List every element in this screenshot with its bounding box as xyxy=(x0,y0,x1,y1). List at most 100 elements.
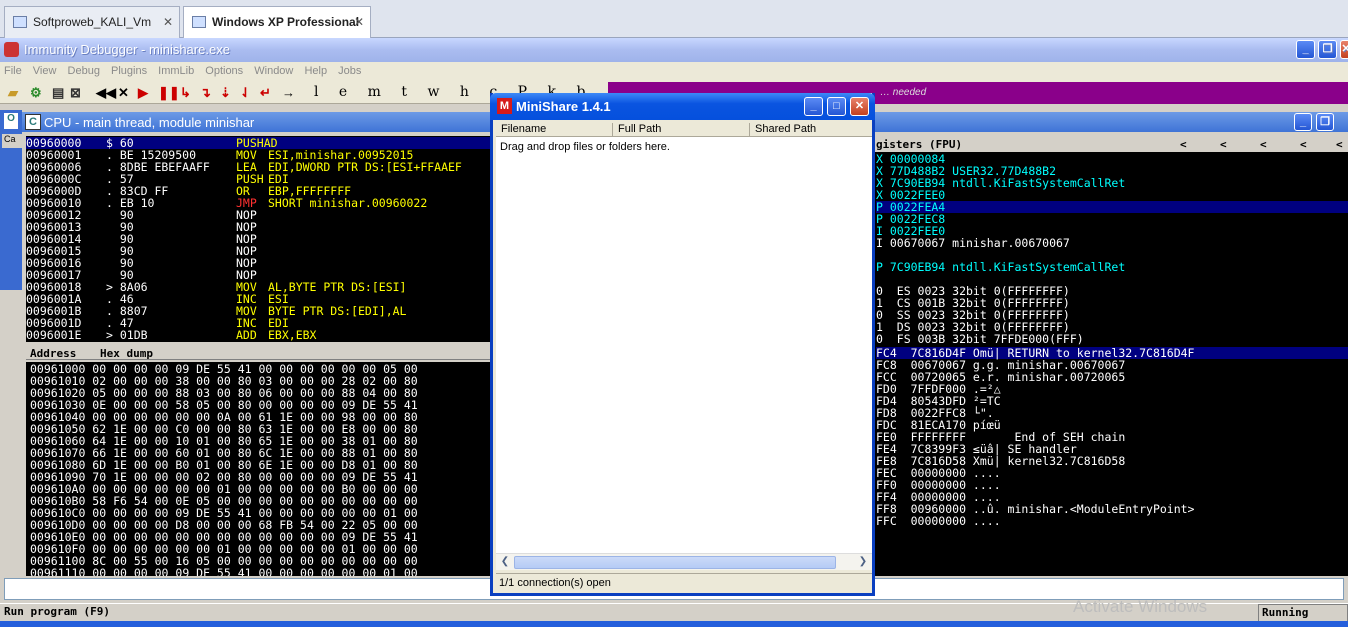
disasm-row[interactable]: 00960012 90 NOP xyxy=(26,209,492,221)
column-full-path[interactable]: Full Path xyxy=(612,123,748,137)
register-row[interactable]: X 0022FEE0 xyxy=(876,189,1348,201)
trace-into-icon[interactable]: ⇣ xyxy=(220,85,231,101)
connection-status: 1/1 connection(s) open xyxy=(496,573,872,593)
cpu-restore-button[interactable]: ❐ xyxy=(1316,113,1334,131)
immunity-icon xyxy=(4,42,19,57)
reg-arrow-icon[interactable]: < xyxy=(1220,138,1227,151)
taskbar xyxy=(0,621,1348,627)
registers-pane[interactable]: X 00000084 X 77D488B2 USER32.77D488B2 X 7C… xyxy=(874,152,1348,346)
menu-bar: File View Debug Plugins ImmLib Options W… xyxy=(0,62,1348,82)
execute-till-return-icon[interactable]: ↵ xyxy=(260,85,271,101)
stack-pane[interactable]: FC4 7C816D4F Omü| RETURN to kernel32.7C8… xyxy=(874,346,1348,576)
menu-file[interactable]: File xyxy=(0,62,26,77)
disasm-row[interactable]: 00960010. EB 10 JMP SHORT minishar.0096002… xyxy=(26,197,492,209)
rewind-icon[interactable]: ◀◀ xyxy=(96,85,116,101)
disasm-row[interactable]: 00960016 90 NOP xyxy=(26,257,492,269)
reg-arrow-icon[interactable]: < xyxy=(1336,138,1343,151)
menu-options[interactable]: Options xyxy=(201,62,247,77)
minishare-titlebar: M MiniShare 1.4.1 _ □ ✕ xyxy=(490,93,875,120)
cpu-minimize-button[interactable]: _ xyxy=(1294,113,1312,131)
disasm-row[interactable]: 00960018 > 8A06 MOV AL,BYTE PTR DS:[ESI] xyxy=(26,281,492,293)
list-icon[interactable]: ▤ xyxy=(52,85,64,101)
register-row[interactable]: P 0022FEC8 xyxy=(876,213,1348,225)
disasm-row[interactable]: 0096001A. 46 INC ESI xyxy=(26,293,492,305)
hex-dump-pane[interactable]: 00961000 00 00 00 00 09 DE 55 41 00 00 0… xyxy=(26,362,492,576)
vm-icon xyxy=(192,16,206,28)
close-button[interactable]: ✕ xyxy=(850,97,869,116)
register-row[interactable]: I 00670067 minishar.00670067 xyxy=(876,237,1348,249)
close-icon[interactable]: ✕ xyxy=(354,15,364,29)
step-over-icon[interactable]: ↴ xyxy=(200,85,211,101)
registers-header: gisters (FPU) < < < < < xyxy=(874,138,1348,152)
register-row[interactable]: X 7C90EB94 ntdll.KiFastSystemCallRet xyxy=(876,177,1348,189)
close-icon[interactable]: ✕ xyxy=(163,15,173,29)
disasm-row[interactable]: 0096001E > 01DB ADD EBX,EBX xyxy=(26,329,492,341)
disasm-operand: EBX,EBX xyxy=(268,328,317,342)
disassembly-pane[interactable]: 00960000 $ 60 PUSHAD 00960001. BE 15209500 M… xyxy=(26,136,492,342)
pycommand-text: … needed xyxy=(880,87,927,98)
disasm-row[interactable]: 0096000C. 57 PUSH EDI xyxy=(26,173,492,185)
cpu-title: CPU - main thread, module minishar xyxy=(44,115,255,130)
menu-window[interactable]: Window xyxy=(250,62,297,77)
vm-tab-kali[interactable]: Softproweb_KALI_Vm ✕ xyxy=(4,6,180,38)
trace-over-icon[interactable]: ⇃ xyxy=(240,85,251,101)
disasm-row[interactable]: 00960000 $ 60 PUSHAD xyxy=(26,137,492,149)
menu-immlib[interactable]: ImmLib xyxy=(154,62,198,77)
register-row[interactable]: P 0022FEA4 xyxy=(876,201,1348,213)
disasm-operand: EDI,DWORD PTR DS:[ESI+FFAAEF xyxy=(268,160,462,174)
minimize-button[interactable]: _ xyxy=(1296,40,1315,59)
cpu-icon: C xyxy=(25,114,41,130)
horizontal-scrollbar[interactable]: ❮ ❯ xyxy=(496,553,872,570)
scroll-thumb[interactable] xyxy=(514,556,836,569)
call-stack-tab[interactable]: Ca xyxy=(2,134,22,148)
restore-button[interactable]: ❐ xyxy=(1318,40,1337,59)
scroll-right-icon[interactable]: ❯ xyxy=(856,556,870,569)
activation-watermark: Activate Windows xyxy=(1073,597,1208,616)
disasm-hexbytes: > 01DB xyxy=(106,328,148,342)
reg-arrow-icon[interactable]: < xyxy=(1180,138,1187,151)
maximize-button[interactable]: □ xyxy=(827,97,846,116)
scroll-left-icon[interactable]: ❮ xyxy=(498,556,512,569)
stack-row[interactable]: FFC 00000000 .... xyxy=(876,515,1348,527)
vm-icon xyxy=(13,16,27,28)
pause-icon[interactable]: ❚❚ xyxy=(158,85,180,101)
disasm-operand: SHORT minishar.00960022 xyxy=(268,196,428,210)
close-program-icon[interactable]: ✕ xyxy=(118,85,129,101)
register-row[interactable]: P 7C90EB94 ntdll.KiFastSystemCallRet xyxy=(876,261,1348,273)
vm-tab-bar: Softproweb_KALI_Vm ✕ Windows XP Professi… xyxy=(0,0,1348,38)
window-strip: O Ca xyxy=(0,110,22,290)
dump-hex-header: Hex dump xyxy=(100,347,153,360)
goto-icon[interactable]: → xyxy=(282,85,295,100)
status-state: Running xyxy=(1258,604,1348,622)
attach-icon[interactable]: ⚙ xyxy=(30,85,42,101)
column-shared-path[interactable]: Shared Path xyxy=(749,123,872,137)
log-window-icon[interactable]: O xyxy=(4,113,18,129)
close-button[interactable]: ✕ xyxy=(1340,40,1348,59)
menu-view[interactable]: View xyxy=(29,62,61,77)
vm-tab-winxp[interactable]: Windows XP Professional ✕ xyxy=(183,6,371,38)
reg-arrow-icon[interactable]: < xyxy=(1260,138,1267,151)
minishare-icon: M xyxy=(497,98,512,114)
menu-help[interactable]: Help xyxy=(300,62,331,77)
registers-title: gisters (FPU) xyxy=(876,138,963,151)
open-icon[interactable]: ▰ xyxy=(8,85,18,101)
menu-plugins[interactable]: Plugins xyxy=(107,62,151,77)
minimize-button[interactable]: _ xyxy=(804,97,823,116)
menu-jobs[interactable]: Jobs xyxy=(334,62,365,77)
disasm-row[interactable]: 00960014 90 NOP xyxy=(26,233,492,245)
column-filename[interactable]: Filename xyxy=(496,123,612,137)
disasm-row[interactable]: 00960013 90 NOP xyxy=(26,221,492,233)
app-titlebar: Immunity Debugger - minishare.exe _ ❐ ✕ xyxy=(0,38,1348,62)
disasm-row[interactable]: 0096001B. 8807 MOV BYTE PTR DS:[EDI],AL xyxy=(26,305,492,317)
vm-tab-label: Windows XP Professional xyxy=(212,15,360,29)
step-into-icon[interactable]: ↳ xyxy=(180,85,191,101)
reg-arrow-icon[interactable]: < xyxy=(1300,138,1307,151)
disasm-row[interactable]: 00960015 90 NOP xyxy=(26,245,492,257)
module-icon[interactable]: ⊠ xyxy=(70,85,81,101)
shared-files-list[interactable]: Drag and drop files or folders here. xyxy=(496,137,872,553)
dump-row[interactable]: 00961110 00 00 00 00 09 DE 55 41 00 00 0… xyxy=(30,567,492,576)
menu-debug[interactable]: Debug xyxy=(64,62,104,77)
disasm-row[interactable]: 0096001D. 47 INC EDI xyxy=(26,317,492,329)
disasm-row[interactable]: 00960017 90 NOP xyxy=(26,269,492,281)
run-icon[interactable]: ▶ xyxy=(138,85,148,101)
